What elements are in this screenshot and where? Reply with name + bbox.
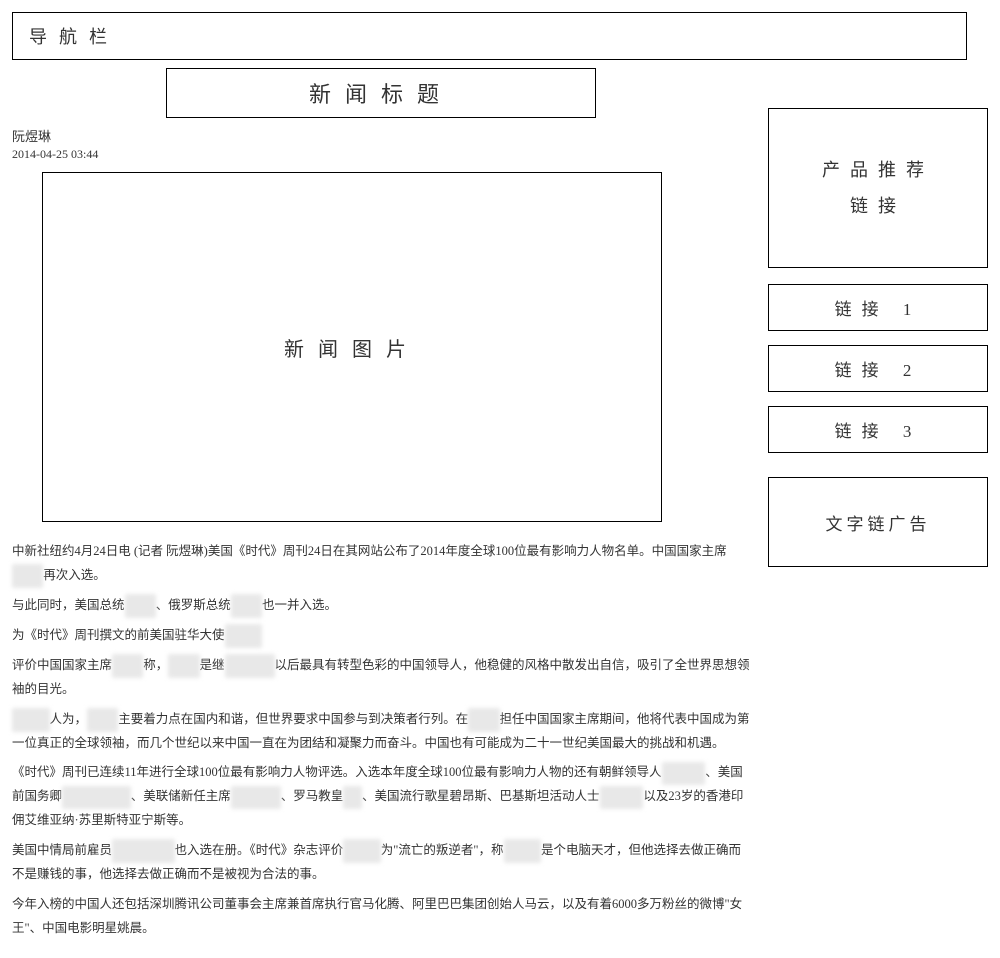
right-column: 产品推荐 链接 链接 1 链接 2 链接 3 文字链广告 xyxy=(768,68,988,946)
left-column: 新闻标题 阮煜琳 2014-04-25 03:44 新闻图片 中新社纽约4月24… xyxy=(12,68,750,946)
paragraph-6: 《时代》周刊已连续11年进行全球100位最有影响力人物评选。入选本年度全球100… xyxy=(12,761,750,833)
redacted-text: xxxxxx xyxy=(12,708,50,732)
sidebar-link-2[interactable]: 链接 2 xyxy=(768,345,988,392)
ad-label: 文字链广告 xyxy=(826,510,931,535)
redacted-text: xxxxxxxx xyxy=(225,654,275,678)
redacted-text: xxxxx xyxy=(112,654,143,678)
redacted-text: xxxxx xyxy=(87,708,118,732)
sidebar-link-1[interactable]: 链接 1 xyxy=(768,284,988,331)
image-placeholder-label: 新闻图片 xyxy=(284,333,420,362)
paragraph-1: 中新社纽约4月24日电 (记者 阮煜琳)美国《时代》周刊24日在其网站公布了20… xyxy=(12,540,750,588)
redacted-text: xxx xyxy=(343,786,362,810)
paragraph-4: 评价中国国家主席xxxxx称，xxxxx是继xxxxxxxx以后最具有转型色彩的… xyxy=(12,654,750,702)
paragraph-3: 为《时代》周刊撰文的前美国驻华大使xxxxxx xyxy=(12,624,750,648)
redacted-text: xxxxx xyxy=(12,564,43,588)
redacted-text: xxxxx xyxy=(168,654,199,678)
article-body: 中新社纽约4月24日电 (记者 阮煜琳)美国《时代》周刊24日在其网站公布了20… xyxy=(12,540,750,940)
article-title-box: 新闻标题 xyxy=(166,68,596,118)
paragraph-8: 今年入榜的中国人还包括深圳腾讯公司董事会主席兼首席执行官马化腾、阿里巴巴集团创始… xyxy=(12,893,750,941)
sidebar-link-3[interactable]: 链接 3 xyxy=(768,406,988,453)
redacted-text: xxxxxxxxxxx xyxy=(62,786,131,810)
paragraph-2: 与此同时，美国总统xxxxx、俄罗斯总统xxxxx也一并入选。 xyxy=(12,594,750,618)
redacted-text: xxxxx xyxy=(468,708,499,732)
redacted-text: xxxxxxx xyxy=(600,786,644,810)
paragraph-5: xxxxxx人为，xxxxx主要着力点在国内和谐，但世界要求中国参与到决策者行列… xyxy=(12,708,750,756)
text-ad-box[interactable]: 文字链广告 xyxy=(768,477,988,567)
promo-line-1: 产品推荐 xyxy=(822,152,934,188)
nav-label: 导航栏 xyxy=(29,27,119,47)
product-promo-box[interactable]: 产品推荐 链接 xyxy=(768,108,988,268)
promo-line-2: 链接 xyxy=(822,188,934,224)
news-image-placeholder: 新闻图片 xyxy=(42,172,662,522)
redacted-text: xxxxxx xyxy=(343,839,381,863)
redacted-text: xxxxxxx xyxy=(662,762,706,786)
redacted-text: xxxxx xyxy=(125,594,156,618)
redacted-text: xxxxxx xyxy=(225,624,263,648)
article-author: 阮煜琳 xyxy=(12,126,750,145)
main-wrapper: 新闻标题 阮煜琳 2014-04-25 03:44 新闻图片 中新社纽约4月24… xyxy=(12,68,988,946)
paragraph-7: 美国中情局前雇员xxxxxxxxxx也入选在册。《时代》杂志评价xxxxxx为"… xyxy=(12,839,750,887)
article-timestamp: 2014-04-25 03:44 xyxy=(12,147,750,162)
redacted-text: xxxxx xyxy=(231,594,262,618)
redacted-text: xxxxxxxxxx xyxy=(112,839,175,863)
redacted-text: xxxxxxxx xyxy=(231,786,281,810)
redacted-text: xxxxxx xyxy=(504,839,542,863)
article-title: 新闻标题 xyxy=(309,82,453,107)
navigation-bar[interactable]: 导航栏 xyxy=(12,12,967,60)
